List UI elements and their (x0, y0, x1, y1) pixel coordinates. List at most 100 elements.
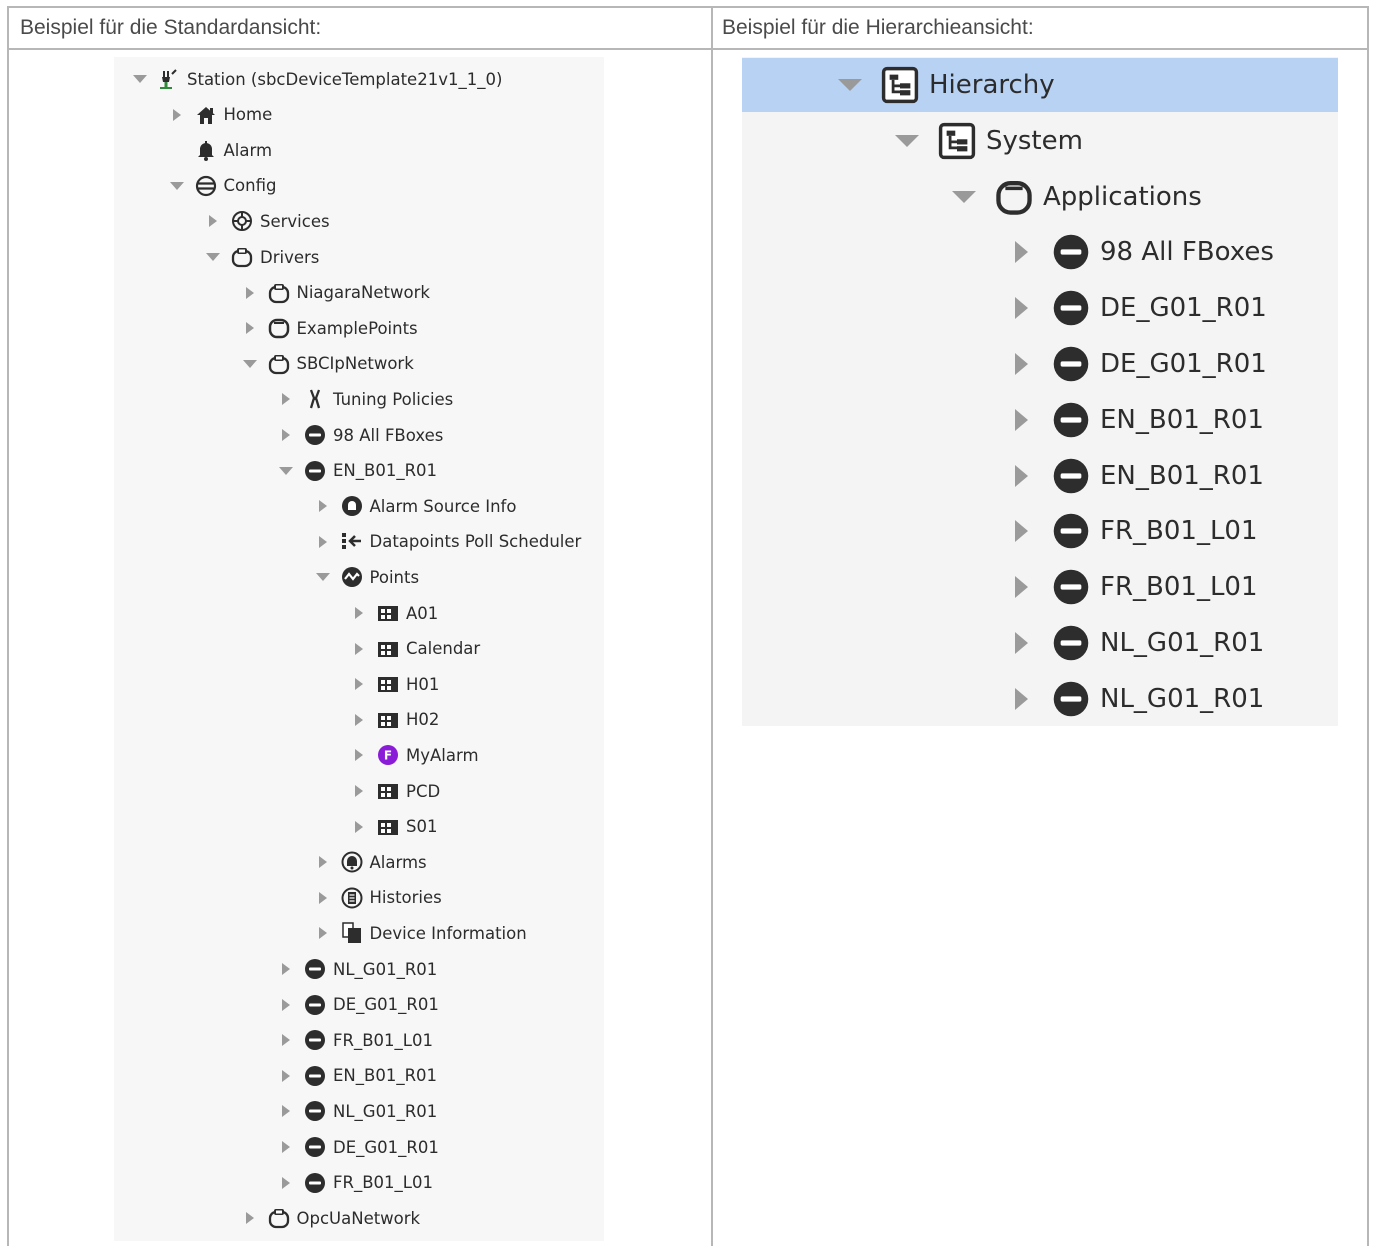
tree-node[interactable]: DE_G01_R01 (1004, 281, 1267, 335)
tree-node-selected[interactable]: Hierarchy (833, 58, 1055, 112)
tree-node[interactable]: DE_G01_R01 (1004, 337, 1267, 391)
collapse-toggle-icon[interactable] (274, 423, 298, 447)
collapse-toggle-icon[interactable] (1004, 459, 1038, 493)
tree-node[interactable]: NL_G01_R01 (1004, 672, 1264, 726)
collapse-toggle-icon[interactable] (238, 1206, 262, 1230)
collapse-toggle-icon[interactable] (347, 708, 371, 732)
collapse-toggle-icon[interactable] (347, 672, 371, 696)
collapse-toggle-icon[interactable] (347, 601, 371, 625)
tree-node[interactable]: Alarms (311, 845, 427, 879)
tree-node[interactable]: Station (sbcDeviceTemplate21v1_1_0) (128, 62, 502, 96)
tree-node[interactable]: FR_B01_L01 (274, 1023, 433, 1057)
tree-node-label: EN_B01_R01 (333, 461, 438, 481)
collapse-toggle-icon[interactable] (1004, 403, 1038, 437)
device-icon (304, 1136, 326, 1158)
tree-node[interactable]: Services (201, 204, 330, 238)
collapse-toggle-icon[interactable] (311, 850, 335, 874)
tree-node[interactable]: EN_B01_R01 (274, 454, 437, 488)
tree-node[interactable]: H02 (347, 703, 439, 737)
collapse-toggle-icon[interactable] (311, 494, 335, 518)
collapse-toggle-icon[interactable] (274, 1064, 298, 1088)
tree-node[interactable]: A01 (347, 596, 438, 630)
collapse-toggle-icon[interactable] (1004, 291, 1038, 325)
points-folder-icon (377, 709, 399, 731)
tree-node-label: Station (sbcDeviceTemplate21v1_1_0) (187, 69, 503, 89)
tree-node[interactable]: 98 All FBoxes (1004, 225, 1274, 279)
collapse-toggle-icon[interactable] (1004, 682, 1038, 716)
expand-toggle-icon[interactable] (201, 245, 225, 269)
collapse-toggle-icon[interactable] (274, 387, 298, 411)
tools-icon (304, 388, 326, 410)
tree-node[interactable]: Points (311, 560, 419, 594)
collapse-toggle-icon[interactable] (238, 281, 262, 305)
expand-toggle-icon[interactable] (833, 68, 867, 102)
tree-node[interactable]: System (890, 114, 1083, 168)
tree-node[interactable]: FR_B01_L01 (1004, 504, 1258, 558)
collapse-toggle-icon[interactable] (274, 1028, 298, 1052)
collapse-toggle-icon[interactable] (1004, 235, 1038, 269)
tree-node[interactable]: S01 (347, 810, 437, 844)
collapse-toggle-icon[interactable] (201, 209, 225, 233)
tree-node[interactable]: OpcUaNetwork (238, 1201, 420, 1235)
expand-toggle-icon[interactable] (128, 67, 152, 91)
tree-node[interactable]: DE_G01_R01 (274, 988, 439, 1022)
collapse-toggle-icon[interactable] (311, 886, 335, 910)
tree-node[interactable]: Datapoints Poll Scheduler (311, 525, 581, 559)
expand-toggle-icon[interactable] (947, 180, 981, 214)
tree-node[interactable]: FR_B01_L01 (274, 1166, 433, 1200)
tree-node[interactable]: Alarm (165, 133, 272, 167)
tree-node[interactable]: Tuning Policies (274, 382, 453, 416)
tree-node[interactable]: NL_G01_R01 (274, 1094, 437, 1128)
tree-node[interactable]: PCD (347, 774, 440, 808)
tree-node[interactable]: NiagaraNetwork (238, 276, 430, 310)
tree-node[interactable]: EN_B01_R01 (274, 1059, 437, 1093)
expand-toggle-icon[interactable] (890, 124, 924, 158)
tree-node[interactable]: NL_G01_R01 (274, 952, 437, 986)
collapse-toggle-icon[interactable] (347, 815, 371, 839)
tree-node[interactable]: Alarm Source Info (311, 489, 516, 523)
expand-toggle-icon[interactable] (311, 565, 335, 589)
collapse-toggle-icon[interactable] (238, 316, 262, 340)
collapse-toggle-icon[interactable] (274, 1135, 298, 1159)
collapse-toggle-icon[interactable] (1004, 347, 1038, 381)
collapse-toggle-icon[interactable] (311, 921, 335, 945)
tree-node[interactable]: Histories (311, 881, 442, 915)
tree-node[interactable]: Drivers (201, 240, 319, 274)
tree-node[interactable]: SBCIpNetwork (238, 347, 414, 381)
collapse-toggle-icon[interactable] (311, 530, 335, 554)
collapse-toggle-icon[interactable] (274, 957, 298, 981)
bell-icon (195, 139, 217, 162)
collapse-toggle-icon[interactable] (1004, 514, 1038, 548)
collapse-toggle-icon[interactable] (274, 1099, 298, 1123)
tree-node[interactable]: ExamplePoints (238, 311, 418, 345)
collapse-toggle-icon[interactable] (165, 103, 189, 127)
tree-node[interactable]: FR_B01_L01 (1004, 560, 1258, 614)
database-icon (195, 175, 217, 197)
device-icon (1052, 457, 1090, 495)
tree-node[interactable]: F MyAlarm (347, 738, 479, 772)
tree-node[interactable]: Home (165, 98, 272, 132)
tree-node-label: Histories (369, 888, 442, 908)
collapse-toggle-icon[interactable] (347, 637, 371, 661)
tree-node[interactable]: EN_B01_R01 (1004, 393, 1264, 447)
tree-node[interactable]: H01 (347, 667, 439, 701)
collapse-toggle-icon[interactable] (274, 1171, 298, 1195)
collapse-toggle-icon[interactable] (347, 743, 371, 767)
collapse-toggle-icon[interactable] (1004, 570, 1038, 604)
tree-node[interactable]: 98 All FBoxes (274, 418, 443, 452)
expand-toggle-icon[interactable] (238, 352, 262, 376)
collapse-toggle-icon[interactable] (1004, 626, 1038, 660)
tree-node[interactable]: Calendar (347, 632, 480, 666)
tree-node[interactable]: NL_G01_R01 (1004, 616, 1264, 670)
tree-node[interactable]: Applications (947, 170, 1202, 224)
tree-node[interactable]: DE_G01_R01 (274, 1130, 439, 1164)
collapse-toggle-icon[interactable] (274, 993, 298, 1017)
svg-text:F: F (384, 749, 392, 763)
expand-toggle-icon[interactable] (165, 174, 189, 198)
tree-node[interactable]: EN_B01_R01 (1004, 449, 1264, 503)
expand-toggle-icon[interactable] (274, 459, 298, 483)
tree-node-label: FR_B01_L01 (1100, 572, 1258, 603)
collapse-toggle-icon[interactable] (347, 779, 371, 803)
tree-node[interactable]: Device Information (311, 916, 527, 950)
tree-node[interactable]: Config (165, 169, 276, 203)
